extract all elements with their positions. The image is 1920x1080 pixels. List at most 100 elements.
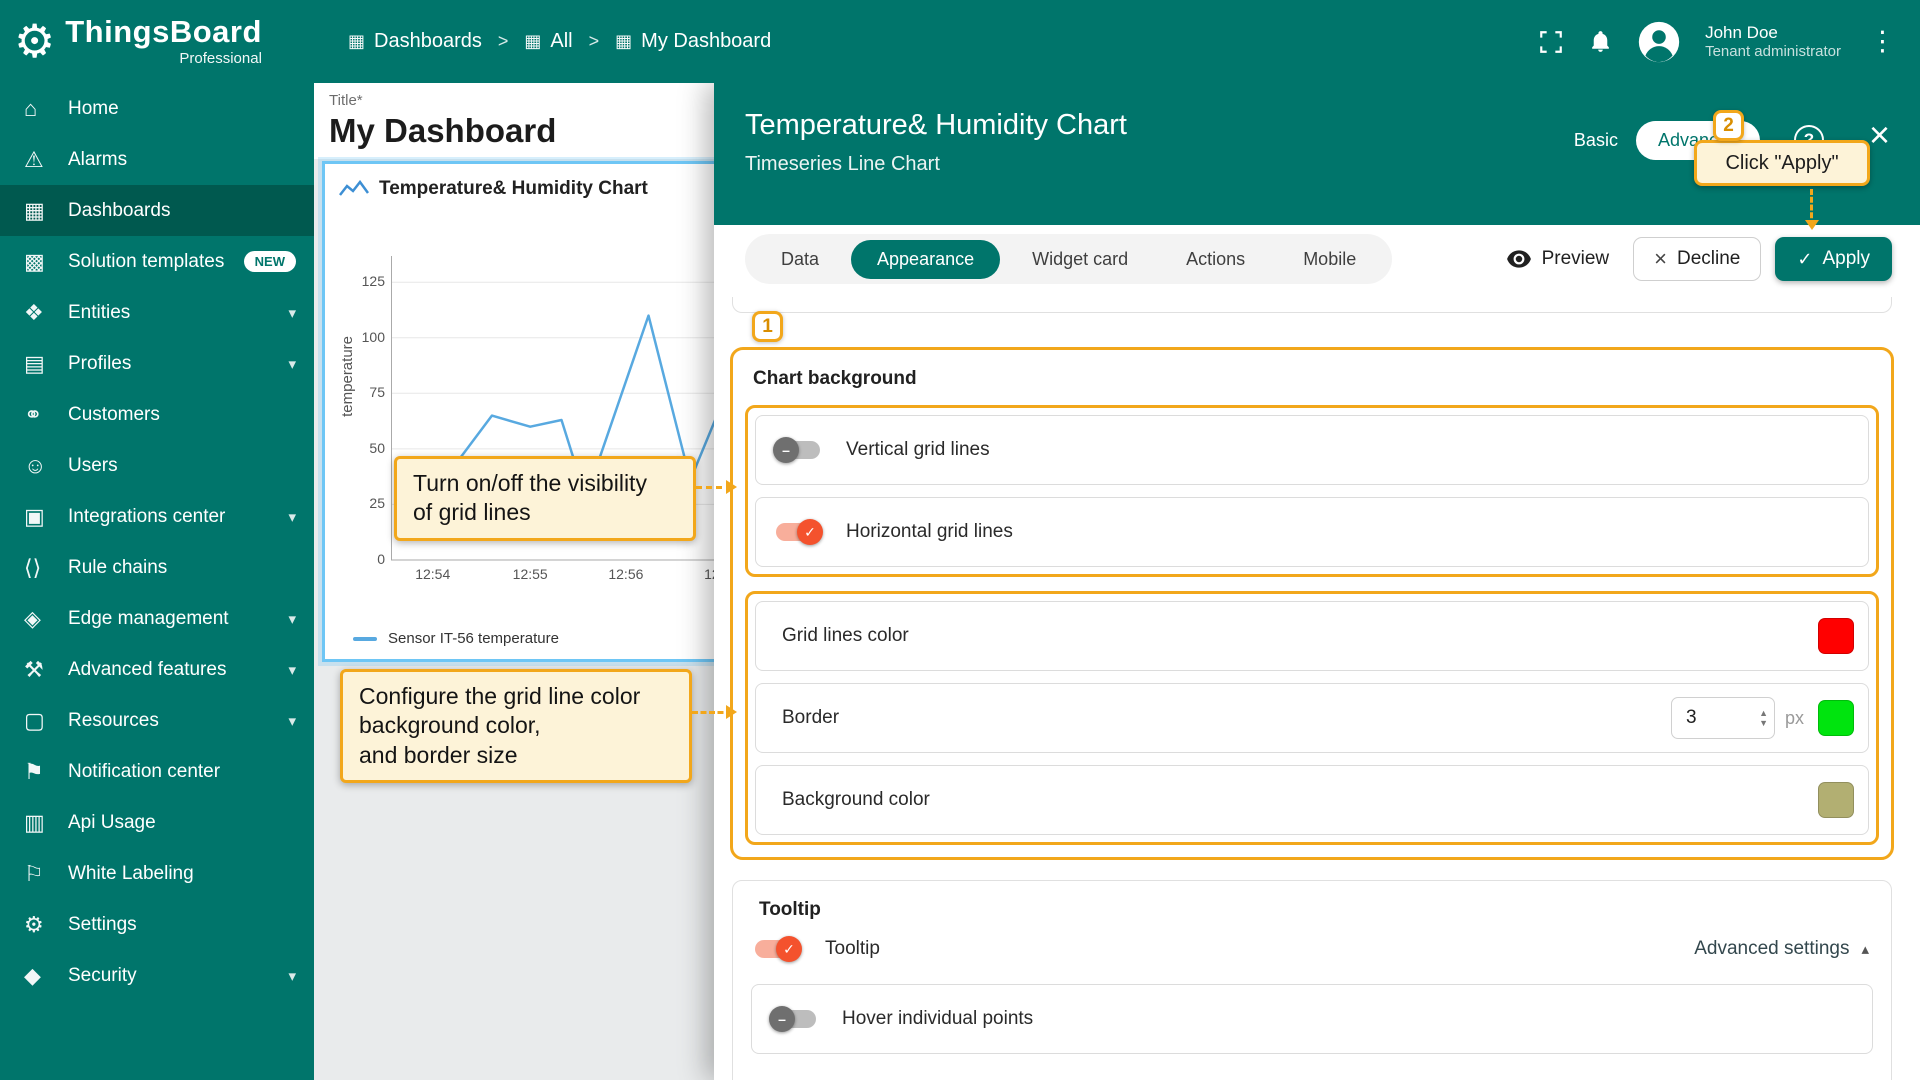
sidebar-item-entities[interactable]: ❖ Entities ▾ [0,287,314,338]
sidebar-item-settings[interactable]: ⚙ Settings [0,899,314,950]
x-axis-tick: 12:55 [508,566,552,582]
border-color-swatch[interactable] [1818,700,1854,736]
mode-basic-button[interactable]: Basic [1556,121,1636,160]
border-label: Border [782,707,839,729]
user-menu[interactable]: John Doe Tenant administrator [1705,22,1841,62]
sidebar-item-label: Advanced features [68,659,226,681]
user-name: John Doe [1705,22,1841,43]
y-axis-tick: 75 [369,384,385,400]
preview-button[interactable]: Preview [1496,239,1620,279]
account-circle-icon [1637,20,1681,64]
brand-edition: Professional [65,50,262,67]
background-color-swatch[interactable] [1818,782,1854,818]
vertical-grid-lines-label: Vertical grid lines [846,439,990,461]
app-header: ⚙ ThingsBoard Professional ▦Dashboards>▦… [0,0,1920,83]
advanced-settings-button[interactable]: Advanced settings ▴ [1694,938,1869,960]
home-icon: ⌂ [24,96,68,122]
tab-data[interactable]: Data [755,240,845,279]
decline-button[interactable]: × Decline [1633,237,1761,281]
step-1-badge: 1 [752,311,783,342]
grid-lines-color-label: Grid lines color [782,625,909,647]
advanced-settings-label: Advanced settings [1694,938,1849,960]
sidebar-item-resources[interactable]: ▢ Resources ▾ [0,695,314,746]
sidebar-item-security[interactable]: ◆ Security ▾ [0,950,314,1001]
border-row: Border 3 ▲ ▼ px [755,683,1869,753]
scrolled-card-bottom [732,297,1892,313]
click-apply-callout: Click "Apply" [1694,140,1870,186]
annotation-highlight-colors: Grid lines color Border 3 ▲ ▼ px [745,591,1879,845]
brand-name: ThingsBoard [65,16,262,49]
grid-lines-color-swatch[interactable] [1818,618,1854,654]
sidebar-item-label: Integrations center [68,506,225,528]
close-icon[interactable]: × [1869,117,1890,153]
chart-x-ticks: 12:5412:5512:5612:57 [391,566,739,586]
sidebar-item-integrations-center[interactable]: ▣ Integrations center ▾ [0,491,314,542]
y-axis-tick: 0 [377,551,385,567]
toggle-knob: ✓ [797,519,823,545]
tab-appearance[interactable]: Appearance [851,240,1000,279]
stepper-up-icon[interactable]: ▲ [1759,708,1768,718]
sidebar-item-edge-management[interactable]: ◈ Edge management ▾ [0,593,314,644]
grid-visibility-connector [696,486,732,489]
advanced-features-icon: ⚒ [24,657,68,683]
sidebar-item-label: Entities [68,302,130,324]
apply-button[interactable]: ✓ Apply [1775,237,1892,281]
sidebar-item-profiles[interactable]: ▤ Profiles ▾ [0,338,314,389]
tab-widget-card[interactable]: Widget card [1006,240,1154,279]
eye-icon [1506,250,1532,268]
step-2-badge: 2 [1713,110,1744,141]
new-badge: NEW [244,251,296,272]
alarms-icon: ⚠ [24,147,68,173]
solution-templates-icon: ▩ [24,249,68,275]
fullscreen-icon [1538,29,1564,55]
chevron-up-icon: ▴ [1861,940,1869,958]
background-color-row: Background color [755,765,1869,835]
sidebar-item-dashboards[interactable]: ▦ Dashboards [0,185,314,236]
border-width-input[interactable]: 3 ▲ ▼ [1671,697,1775,739]
sidebar-item-label: Security [68,965,137,987]
x-axis-tick: 12:54 [411,566,455,582]
chevron-down-icon: ▾ [288,661,296,679]
sidebar-item-label: Api Usage [68,812,156,834]
tab-mobile[interactable]: Mobile [1277,240,1382,279]
hover-individual-points-toggle[interactable]: – [772,1010,816,1028]
entities-icon: ❖ [24,300,68,326]
sidebar-item-advanced-features[interactable]: ⚒ Advanced features ▾ [0,644,314,695]
avatar[interactable] [1637,20,1681,64]
notifications-button[interactable] [1588,28,1613,55]
y-axis-tick: 50 [369,440,385,456]
dialog-tab-strip: DataAppearanceWidget cardActionsMobile [745,234,1392,284]
breadcrumb-item[interactable]: ▦My Dashboard [615,30,771,53]
widget-settings-dialog: Temperature& Humidity Chart Timeseries L… [714,83,1920,1080]
sidebar-item-customers[interactable]: ⚭ Customers [0,389,314,440]
kebab-menu-icon[interactable]: ⋮ [1865,26,1900,57]
sidebar-item-label: Home [68,98,119,120]
breadcrumb-item[interactable]: ▦Dashboards [348,30,482,53]
sidebar-item-white-labeling[interactable]: ⚐ White Labeling [0,848,314,899]
tab-actions[interactable]: Actions [1160,240,1271,279]
sidebar-menu: ⌂ Home ⚠ Alarms ▦ Dashboards ▩ Solution … [0,83,314,1001]
sidebar-item-rule-chains[interactable]: ⟨⟩ Rule chains [0,542,314,593]
border-width-value: 3 [1686,707,1697,729]
thingsboard-logo[interactable]: ⚙ ThingsBoard Professional [0,16,314,67]
notification-center-icon: ⚑ [24,759,68,785]
sidebar-item-users[interactable]: ☺ Users [0,440,314,491]
sidebar-item-notification-center[interactable]: ⚑ Notification center [0,746,314,797]
stepper-down-icon[interactable]: ▼ [1759,718,1768,728]
chart-widget[interactable]: Temperature& Humidity Chart temperature … [322,161,742,662]
border-width-stepper[interactable]: ▲ ▼ [1759,708,1768,729]
breadcrumb-label: My Dashboard [641,30,771,53]
sidebar-item-home[interactable]: ⌂ Home [0,83,314,134]
sidebar-item-solution-templates[interactable]: ▩ Solution templates NEW [0,236,314,287]
horizontal-grid-lines-toggle[interactable]: ✓ [776,523,820,541]
fullscreen-button[interactable] [1538,29,1564,55]
breadcrumb-item[interactable]: ▦All [524,30,572,53]
thingsboard-gear-icon: ⚙ [14,18,55,64]
sidebar-item-label: Dashboards [68,200,170,222]
chart-legend[interactable]: Sensor IT-56 temperature [339,630,725,647]
tooltip-toggle[interactable]: ✓ [755,940,799,958]
sidebar-item-alarms[interactable]: ⚠ Alarms [0,134,314,185]
vertical-grid-lines-toggle[interactable]: – [776,441,820,459]
sidebar-item-api-usage[interactable]: ▥ Api Usage [0,797,314,848]
tooltip-toggle-row: ✓ Tooltip Advanced settings ▴ [755,938,1869,960]
